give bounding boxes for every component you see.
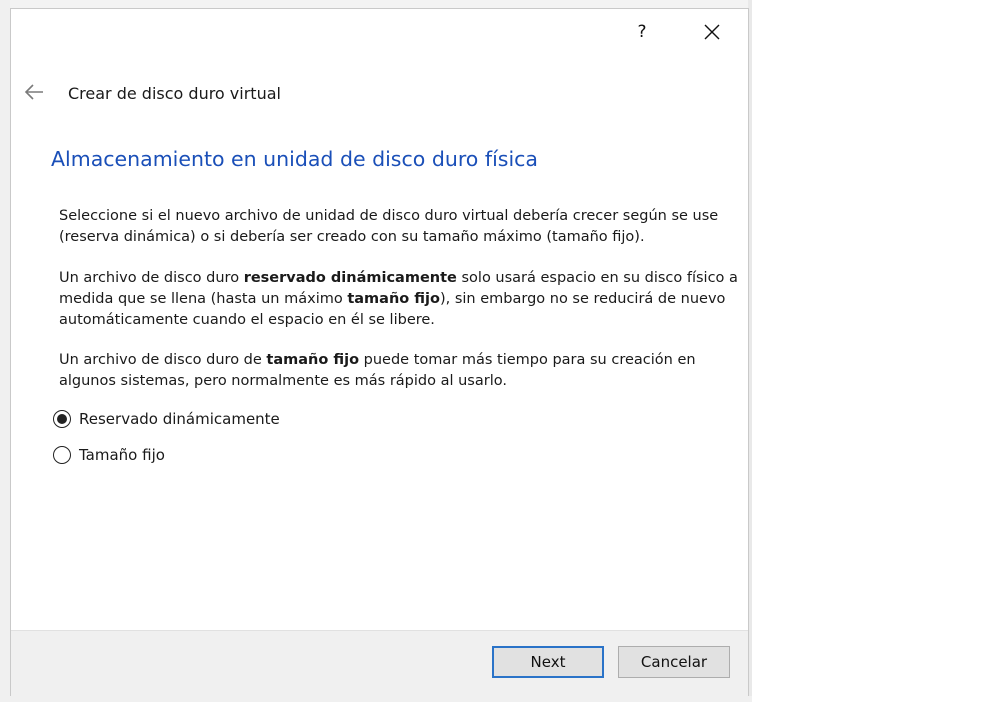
background-window-edge-left xyxy=(0,0,10,702)
close-icon xyxy=(704,24,720,40)
radio-dynamic[interactable]: Reservado dinámicamente xyxy=(53,408,280,430)
p2-bold-dynamic: reservado dinámicamente xyxy=(243,270,457,286)
description-paragraph-1: Seleccione si el nuevo archivo de unidad… xyxy=(59,208,719,245)
screen: ? Crear de disco duro virtual Almacenami… xyxy=(0,0,1008,702)
p2-bold-fixed: tamaño fijo xyxy=(347,291,440,307)
wizard-header: Crear de disco duro virtual xyxy=(11,75,748,115)
help-button[interactable]: ? xyxy=(619,17,665,47)
background-window-edge-bottom xyxy=(0,696,752,702)
close-button[interactable] xyxy=(689,17,735,47)
description-paragraph-2: Un archivo de disco duro reservado dinám… xyxy=(59,268,739,331)
help-icon: ? xyxy=(637,22,647,42)
background-window-strip xyxy=(0,0,752,8)
next-button[interactable]: Next xyxy=(492,646,604,678)
radio-fixed[interactable]: Tamaño fijo xyxy=(53,444,165,466)
p3-bold-fixed: tamaño fijo xyxy=(266,352,360,368)
section-title: Almacenamiento en unidad de disco duro f… xyxy=(51,147,538,171)
back-button[interactable] xyxy=(21,79,47,105)
radio-button-dynamic[interactable] xyxy=(53,410,71,428)
cancel-button[interactable]: Cancelar xyxy=(618,646,730,678)
p3-text-a: Un archivo de disco duro de xyxy=(59,352,267,368)
back-arrow-icon xyxy=(24,84,43,100)
p2-text-a: Un archivo de disco duro xyxy=(59,270,244,286)
radio-label-dynamic: Reservado dinámicamente xyxy=(79,410,280,428)
radio-button-fixed[interactable] xyxy=(53,446,71,464)
radio-selected-dot xyxy=(57,414,67,424)
dialog-footer: Next Cancelar xyxy=(11,630,748,696)
wizard-title: Crear de disco duro virtual xyxy=(68,84,281,103)
description-paragraph-3: Un archivo de disco duro de tamaño fijo … xyxy=(59,350,739,392)
create-virtual-disk-dialog: ? Crear de disco duro virtual Almacenami… xyxy=(10,8,749,696)
title-bar: ? xyxy=(11,9,748,55)
radio-label-fixed: Tamaño fijo xyxy=(79,446,165,464)
